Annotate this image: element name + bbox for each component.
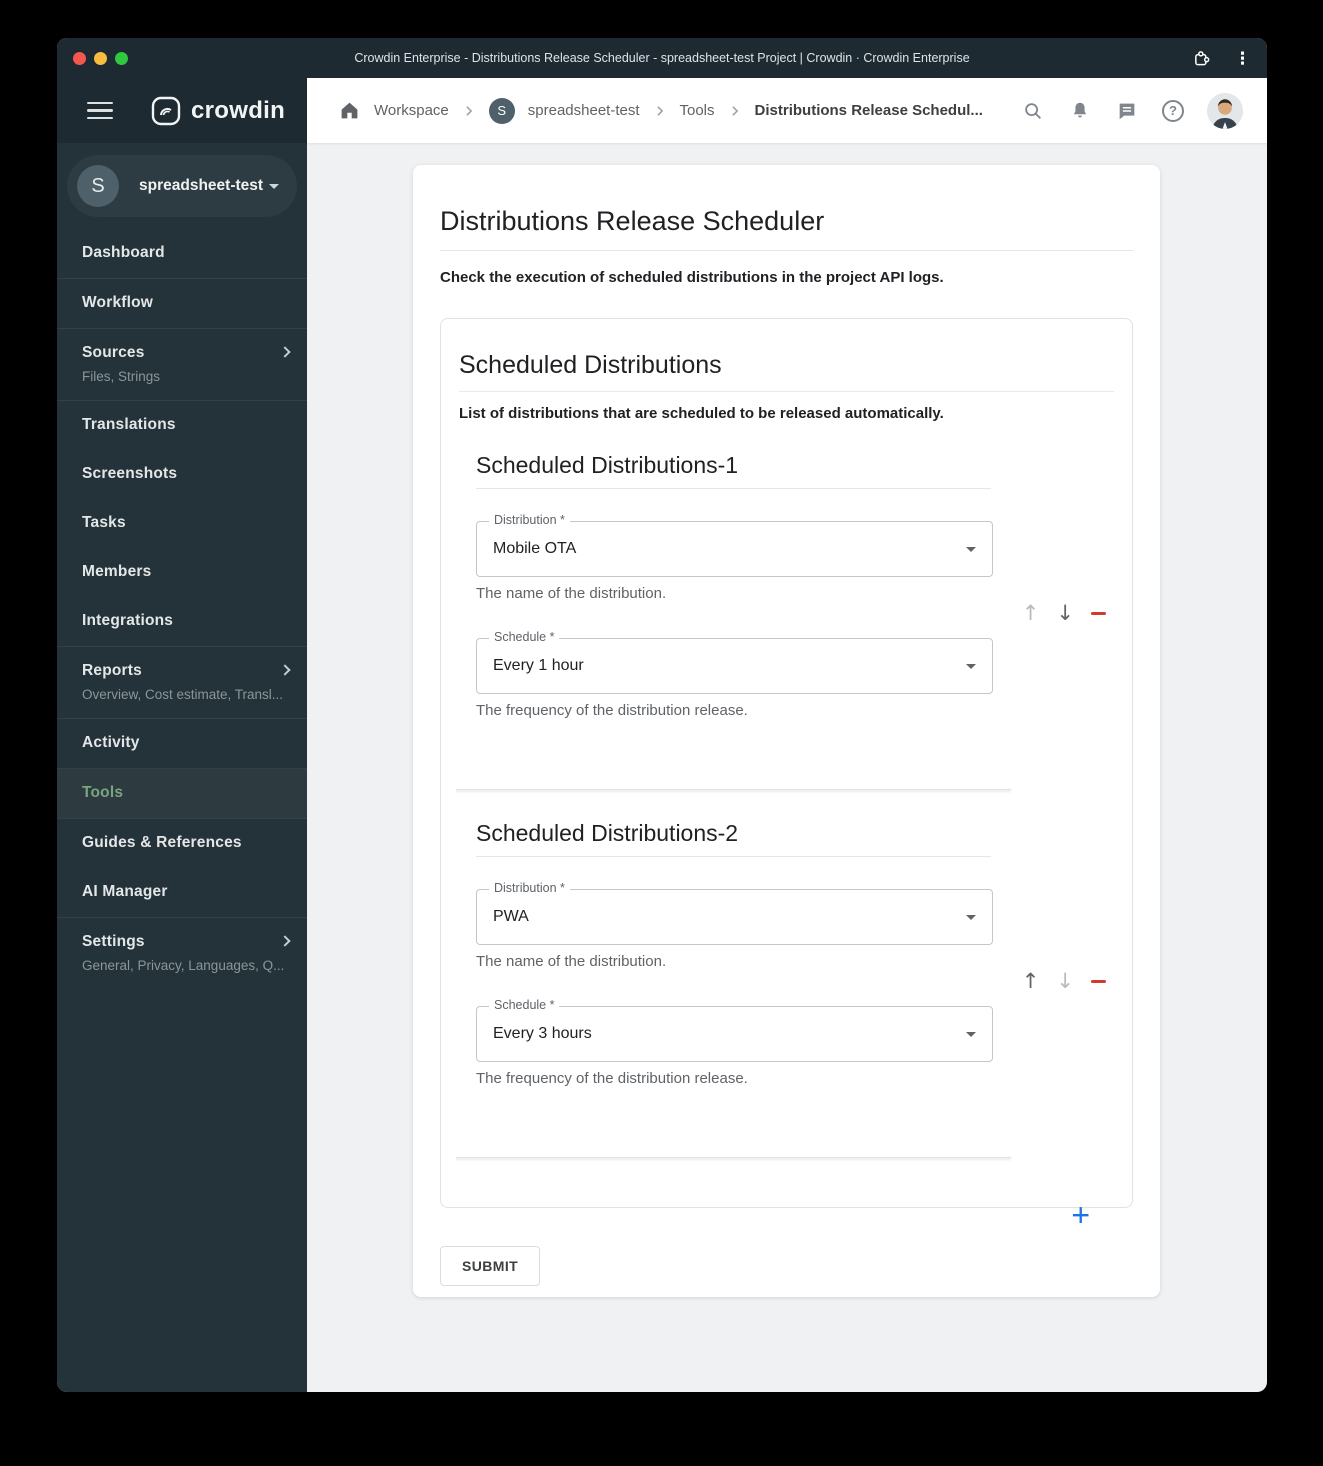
sidebar-item-translations[interactable]: Translations (57, 401, 307, 450)
breadcrumb: Workspace S spreadsheet-test Tools Distr… (337, 97, 983, 124)
panel-description: List of distributions that are scheduled… (459, 405, 944, 422)
top-navigation-bar: Workspace S spreadsheet-test Tools Distr… (307, 78, 1267, 143)
item-controls: ↑ ↓ (1022, 889, 1114, 1123)
move-down-button[interactable]: ↓ (1056, 971, 1074, 992)
divider (456, 789, 1011, 790)
minus-icon (1091, 980, 1106, 983)
dropdown-caret-icon (966, 915, 976, 920)
move-up-button[interactable]: ↑ (1022, 603, 1040, 624)
page-content: Distributions Release Scheduler Check th… (307, 143, 1267, 1392)
field-value: PWA (493, 908, 529, 925)
sidebar-item-guides-references[interactable]: Guides & References (57, 819, 307, 868)
field-helper-text: The name of the distribution. (476, 953, 667, 970)
sidebar-item-settings[interactable]: Settings General, Privacy, Languages, Q.… (57, 918, 307, 989)
add-item-button[interactable]: + (1071, 1199, 1090, 1231)
sidebar-nav: Dashboard Workflow Sources Files, String… (57, 229, 307, 1392)
crowdin-logo[interactable]: crowdin (151, 96, 285, 126)
chevron-right-icon (731, 105, 738, 116)
dropdown-caret-icon (966, 1032, 976, 1037)
scheduled-distribution-section-2: Scheduled Distributions-2 Distribution *… (456, 820, 1114, 1158)
move-down-button[interactable]: ↓ (1056, 603, 1074, 624)
scheduled-distributions-panel: Scheduled Distributions List of distribu… (440, 318, 1133, 1231)
distribution-select[interactable]: Distribution * PWA (476, 881, 993, 945)
sidebar-item-tasks[interactable]: Tasks (57, 499, 307, 548)
browser-window: Crowdin Enterprise - Distributions Relea… (57, 38, 1267, 1392)
sidebar-item-members[interactable]: Members (57, 548, 307, 597)
remove-item-button[interactable] (1091, 603, 1106, 615)
schedule-select[interactable]: Schedule * Every 3 hours (476, 998, 993, 1062)
dropdown-caret-icon (966, 547, 976, 552)
topnav-actions: ? (1021, 92, 1243, 129)
chevron-right-icon (279, 935, 291, 947)
project-avatar: S (77, 165, 119, 207)
sidebar-item-tools[interactable]: Tools (57, 769, 307, 818)
sidebar-item-ai-manager[interactable]: AI Manager (57, 868, 307, 917)
breadcrumb-project[interactable]: spreadsheet-test (528, 102, 640, 119)
messages-icon[interactable] (1115, 99, 1139, 123)
minus-icon (1091, 612, 1106, 615)
sidebar-header: crowdin (57, 78, 307, 143)
sidebar-item-reports[interactable]: Reports Overview, Cost estimate, Transl.… (57, 647, 307, 718)
section-title: Scheduled Distributions-2 (476, 820, 991, 857)
schedule-select[interactable]: Schedule * Every 1 hour (476, 630, 993, 694)
crowdin-logo-text: crowdin (191, 96, 286, 124)
minimize-window-button[interactable] (94, 51, 107, 65)
field-helper-text: The frequency of the distribution releas… (476, 702, 748, 719)
field-value: Every 3 hours (493, 1025, 592, 1042)
chevron-right-icon (279, 664, 291, 676)
sidebar-item-integrations[interactable]: Integrations (57, 597, 307, 646)
breadcrumb-tools[interactable]: Tools (680, 102, 715, 119)
distribution-select[interactable]: Distribution * Mobile OTA (476, 513, 993, 577)
chevron-right-icon (279, 346, 291, 358)
crowdin-logo-icon (151, 96, 181, 125)
project-selector[interactable]: S spreadsheet-test (67, 155, 297, 217)
help-icon[interactable]: ? (1162, 99, 1184, 122)
sidebar-item-activity[interactable]: Activity (57, 719, 307, 768)
notifications-bell-icon[interactable] (1068, 99, 1092, 123)
remove-item-button[interactable] (1091, 971, 1106, 983)
divider (456, 1157, 1011, 1158)
scheduled-distribution-section-1: Scheduled Distributions-1 Distribution *… (456, 452, 1114, 790)
browser-menu-icon[interactable]: ⋮ (1234, 50, 1251, 67)
move-up-button[interactable]: ↑ (1022, 971, 1040, 992)
item-controls: ↑ ↓ (1022, 521, 1114, 755)
field-helper-text: The frequency of the distribution releas… (476, 1070, 748, 1087)
home-icon[interactable] (337, 99, 361, 123)
page-title: Distributions Release Scheduler (440, 206, 825, 236)
window-titlebar: Crowdin Enterprise - Distributions Relea… (57, 38, 1267, 78)
chevron-down-icon (269, 183, 279, 189)
traffic-lights (73, 51, 213, 65)
breadcrumb-workspace[interactable]: Workspace (374, 102, 449, 119)
window-title: Crowdin Enterprise - Distributions Relea… (354, 51, 970, 65)
divider (440, 250, 1133, 251)
submit-button[interactable]: SUBMIT (440, 1246, 541, 1286)
hamburger-menu-icon[interactable] (87, 101, 113, 120)
sidebar-item-sources[interactable]: Sources Files, Strings (57, 329, 307, 400)
field-value: Every 1 hour (493, 657, 584, 674)
maximize-window-button[interactable] (115, 51, 128, 65)
panel-title: Scheduled Distributions (459, 351, 722, 379)
divider (459, 391, 1114, 392)
page-description: Check the execution of scheduled distrib… (440, 269, 944, 286)
dropdown-caret-icon (966, 664, 976, 669)
user-avatar[interactable] (1207, 92, 1243, 129)
project-name: spreadsheet-test (139, 177, 264, 194)
search-icon[interactable] (1021, 99, 1045, 123)
chevron-right-icon (656, 105, 663, 116)
field-helper-text: The name of the distribution. (476, 585, 667, 602)
sidebar-item-workflow[interactable]: Workflow (57, 279, 307, 328)
sidebar-item-dashboard[interactable]: Dashboard (57, 229, 307, 278)
extensions-icon[interactable] (1188, 46, 1212, 70)
breadcrumb-project-badge[interactable]: S (488, 97, 515, 124)
close-window-button[interactable] (73, 51, 86, 65)
breadcrumb-current-page: Distributions Release Schedul... (754, 102, 983, 119)
scheduler-card: Distributions Release Scheduler Check th… (413, 165, 1160, 1297)
chevron-right-icon (466, 105, 472, 116)
section-title: Scheduled Distributions-1 (476, 452, 991, 489)
field-value: Mobile OTA (493, 540, 577, 557)
sidebar: crowdin S spreadsheet-test Dashboard Wor… (57, 78, 307, 1392)
sidebar-item-screenshots[interactable]: Screenshots (57, 450, 307, 499)
